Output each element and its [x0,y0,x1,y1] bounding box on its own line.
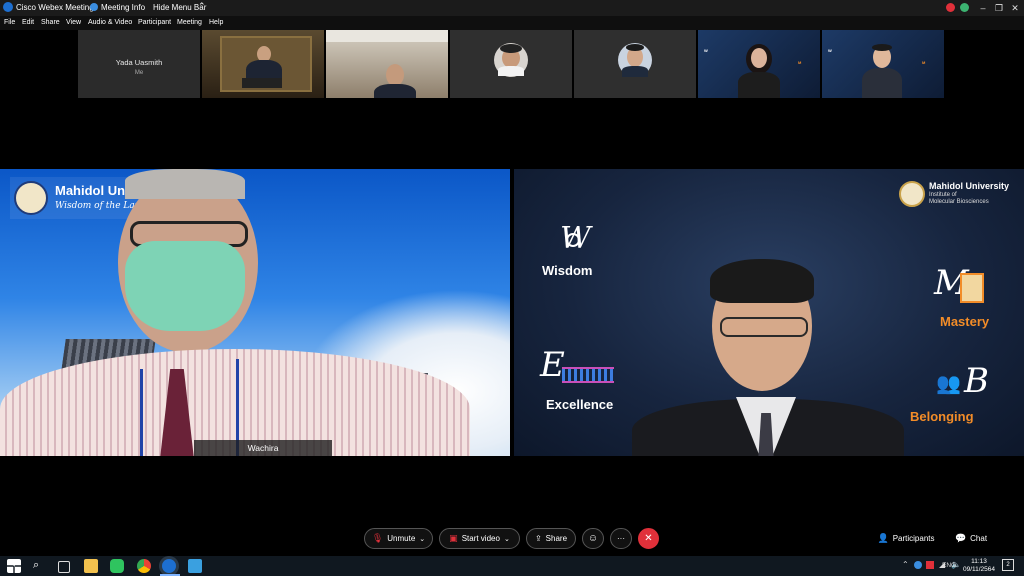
leave-meeting-button[interactable]: ✕ [638,528,659,549]
chrome-icon[interactable] [137,559,151,573]
participant-name-tag: Wachira [194,440,332,456]
share-button[interactable]: ⇪ Share [526,528,576,549]
participant-thumbnail[interactable]: W M [822,30,944,98]
title-bar: Cisco Webex Meetings Meeting Info Hide M… [0,0,1024,16]
restore-button[interactable]: ❐ [992,2,1006,14]
mic-muted-icon: 🎙 [371,533,384,543]
more-options-button[interactable]: ··· [610,528,632,549]
participant-thumbnail[interactable] [450,30,572,98]
tray-cloud-icon[interactable] [914,561,922,569]
menu-bar: File Edit Share View Audio & Video Parti… [0,16,1024,30]
belonging-label: Belonging [910,409,974,424]
minimize-button[interactable]: – [976,2,990,14]
meeting-info-button[interactable]: Meeting Info [101,3,145,12]
mastery-label: Mastery [940,314,990,329]
language-indicator[interactable]: ENG [942,562,956,569]
clock-date: 09/11/2564 [962,566,996,573]
more-icon: ··· [617,534,625,543]
chevron-down-icon[interactable]: ⌄ [419,535,425,543]
file-explorer-icon[interactable] [84,559,98,573]
participant-thumbnail[interactable] [326,30,448,98]
excellence-label: Excellence [546,397,614,412]
tray-expand-icon[interactable]: ⌃ [902,560,909,569]
face-mask [125,241,245,331]
close-button[interactable]: ✕ [1008,2,1022,14]
photos-icon[interactable] [188,559,202,573]
video-stage-left[interactable]: Mahidol Univers Wisdom of the Land RS Wa… [0,169,510,456]
belonging-letter-icon: B [964,361,989,401]
university-seal-icon [14,181,48,215]
tray-app-icon[interactable] [926,561,934,569]
taskbar: ⌕ ⌃ ◢ 🔈 ENG 11:13 09/11/2564 2 [0,556,1024,576]
participant-thumbnail[interactable]: W M [698,30,820,98]
bulb-icon [566,233,580,247]
dna-icon [562,367,614,383]
people-icon: 👥 [936,373,961,395]
chat-label: Chat [970,534,988,543]
participant-thumbnail[interactable] [574,30,696,98]
clock[interactable]: 11:13 09/11/2564 [962,558,996,574]
wisdom-label: Wisdom [542,263,593,278]
share-label: Share [545,534,568,543]
menu-edit[interactable]: Edit [22,19,34,26]
university-seal-icon [899,181,925,207]
participant-sub: Me [134,70,144,76]
menu-share[interactable]: Share [41,19,60,26]
menu-audio-video[interactable]: Audio & Video [88,19,132,26]
windows-start-icon[interactable] [7,559,21,573]
menu-participant[interactable]: Participant [138,19,171,26]
webex-logo-icon [3,2,13,12]
start-video-label: Start video [461,534,500,543]
clipboard-icon [960,273,984,303]
task-view-icon[interactable] [58,561,70,573]
participants-button[interactable]: 👤 Participants [870,528,942,549]
connection-icon [960,3,969,12]
participants-label: Participants [892,534,935,543]
reactions-button[interactable]: ☺ [582,528,604,549]
person-icon: 👤 [877,533,889,543]
line-app-icon[interactable] [110,559,124,573]
participant-thumbnail[interactable] [202,30,324,98]
info-icon [90,3,98,11]
unmute-label: Unmute [387,534,416,543]
institute-line1: Institute of [929,192,957,198]
video-stage-right[interactable]: Mahidol University Institute of Molecula… [514,169,1024,456]
menu-help[interactable]: Help [209,19,223,26]
smiley-icon: ☺ [587,533,599,544]
chevron-down-icon[interactable]: ⌄ [504,535,510,543]
search-icon[interactable]: ⌕ [33,559,47,573]
clock-time: 11:13 [971,558,987,565]
menu-meeting[interactable]: Meeting [177,19,202,26]
unmute-button[interactable]: 🎙 Unmute ⌄ [364,528,433,549]
chat-bubble-icon: 💬 [954,533,967,543]
menu-file[interactable]: File [4,19,15,26]
chat-button[interactable]: 💬 Chat [950,528,992,549]
video-off-icon: ▣ [449,533,458,543]
share-icon: ⇪ [534,534,542,543]
app-title: Cisco Webex Meetings [16,3,98,12]
participant-name: Yada Uasmith [115,58,163,67]
notification-center-icon[interactable]: 2 [1002,559,1014,571]
start-video-button[interactable]: ▣ Start video ⌄ [439,528,520,549]
webex-taskbar-icon[interactable] [162,559,176,573]
recording-icon [946,3,955,12]
chevron-up-icon[interactable]: ⌃ [198,1,206,12]
participant-thumbnail[interactable]: Yada Uasmith Me [78,30,200,98]
close-icon: ✕ [644,533,653,544]
menu-view[interactable]: View [66,19,81,26]
institute-line2: Molecular Biosciences [929,199,989,205]
university-title: Mahidol University [929,181,1010,191]
notification-count: 2 [1006,562,1010,568]
